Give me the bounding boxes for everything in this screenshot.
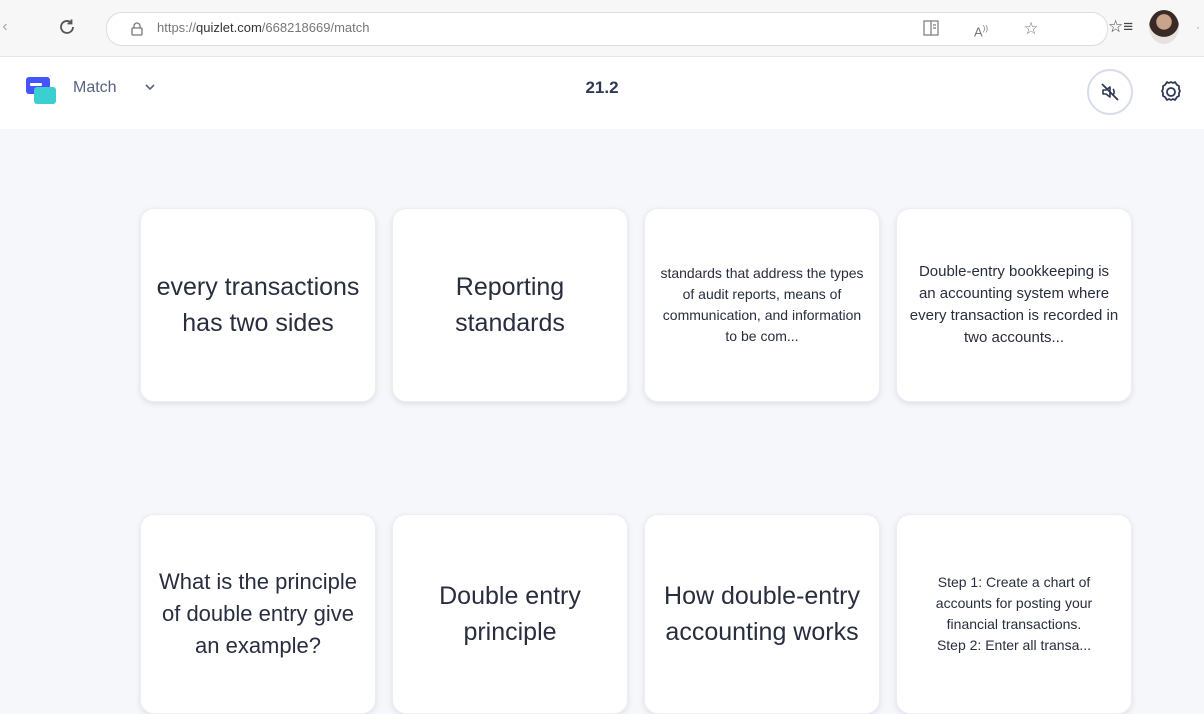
sound-toggle-button[interactable] bbox=[1087, 69, 1133, 115]
profile-avatar[interactable] bbox=[1149, 10, 1179, 44]
card-text: Double-entry bookkeeping is an accountin… bbox=[909, 263, 1119, 346]
match-card[interactable]: Double entry principle bbox=[392, 514, 628, 714]
match-board: every transactions has two sides Reporti… bbox=[0, 129, 1204, 714]
card-text: standards that address the types of audi… bbox=[660, 265, 864, 344]
match-card[interactable]: Step 1: Create a chart of accounts for p… bbox=[896, 514, 1132, 714]
card-text: How double-entry accounting works bbox=[664, 582, 860, 646]
match-card[interactable]: How double-entry accounting works bbox=[644, 514, 880, 714]
star-favorite-icon[interactable]: ☆ bbox=[1021, 19, 1041, 39]
card-text: Double entry principle bbox=[439, 582, 581, 646]
reader-view-icon[interactable] bbox=[921, 19, 941, 39]
match-card[interactable]: every transactions has two sides bbox=[140, 208, 376, 402]
match-card[interactable]: standards that address the types of audi… bbox=[644, 208, 880, 402]
url-prefix: https:// bbox=[157, 20, 197, 35]
match-mode-icon[interactable] bbox=[26, 77, 58, 105]
card-text: What is the principle of double entry gi… bbox=[158, 569, 358, 658]
url-domain: quizlet.com bbox=[196, 20, 262, 35]
sound-off-icon bbox=[1101, 83, 1119, 101]
app-header: Match 21.2 bbox=[0, 57, 1204, 129]
lock-icon[interactable] bbox=[131, 22, 143, 36]
chevron-down-icon[interactable] bbox=[144, 81, 156, 93]
card-text: every transactions has two sides bbox=[156, 273, 360, 337]
refresh-icon[interactable] bbox=[56, 16, 78, 38]
match-card[interactable]: What is the principle of double entry gi… bbox=[140, 514, 376, 714]
favorites-list-icon[interactable]: ☆≡ bbox=[1108, 17, 1133, 39]
back-icon[interactable]: ‹ bbox=[0, 16, 10, 38]
mode-label[interactable]: Match bbox=[73, 79, 117, 97]
url-path: /668218669/match bbox=[261, 20, 370, 35]
more-icon[interactable]: · bbox=[1196, 20, 1202, 34]
match-card[interactable]: Double-entry bookkeeping is an accountin… bbox=[896, 208, 1132, 402]
read-aloud-icon[interactable]: A)) bbox=[971, 19, 991, 39]
address-bar[interactable]: https://quizlet.com/668218669/match A)) … bbox=[106, 12, 1108, 46]
match-card[interactable]: Reporting standards bbox=[392, 208, 628, 402]
timer: 21.2 bbox=[585, 78, 619, 97]
card-text: Step 1: Create a chart of accounts for p… bbox=[935, 574, 1093, 653]
url-text[interactable]: https://quizlet.com/668218669/match bbox=[157, 20, 369, 35]
browser-toolbar: ‹ https://quizlet.com/668218669/match A)… bbox=[0, 0, 1204, 57]
card-text: Reporting standards bbox=[455, 273, 565, 337]
gear-icon[interactable] bbox=[1156, 77, 1186, 107]
